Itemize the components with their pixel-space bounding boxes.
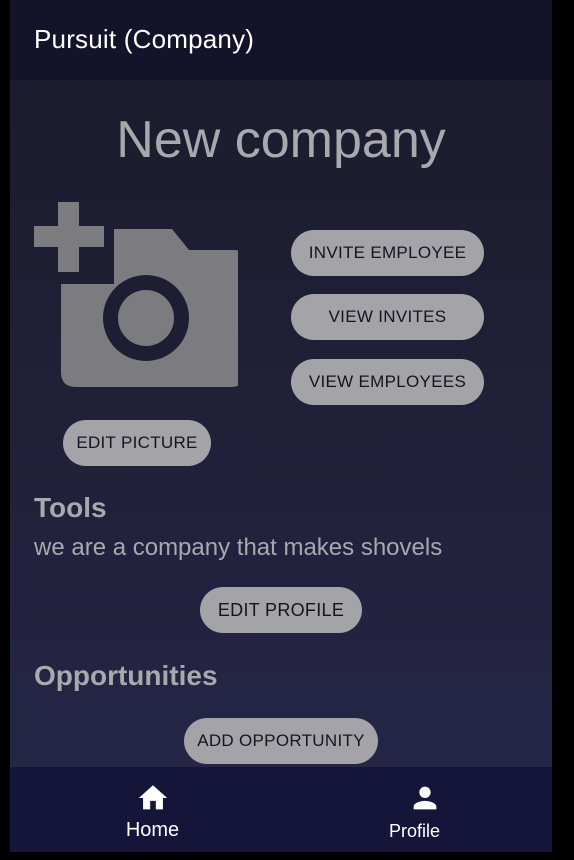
nav-item-label: Profile bbox=[388, 821, 441, 841]
view-invites-button[interactable]: VIEW INVITES bbox=[291, 294, 484, 340]
company-description: we are a company that makes shovels bbox=[34, 534, 443, 561]
app-title: Pursuit (Company) bbox=[34, 24, 255, 54]
view-employees-button[interactable]: VIEW EMPLOYEES bbox=[291, 359, 484, 405]
invite-employee-button[interactable]: INVITE EMPLOYEE bbox=[291, 230, 484, 276]
nav-item-label: Home bbox=[125, 819, 180, 841]
nav-item-profile[interactable]: Profile bbox=[281, 767, 552, 852]
nav-item-home[interactable]: Home bbox=[10, 767, 281, 852]
screen: Pursuit (Company) New company INVITE EMP… bbox=[10, 0, 552, 852]
add-photo-icon[interactable] bbox=[34, 202, 246, 388]
add-opportunity-button[interactable]: ADD OPPORTUNITY bbox=[184, 718, 378, 764]
edit-picture-button[interactable]: EDIT PICTURE bbox=[63, 420, 211, 466]
app-bar: Pursuit (Company) bbox=[10, 0, 552, 80]
home-icon bbox=[138, 785, 168, 810]
opportunities-heading: Opportunities bbox=[34, 660, 218, 691]
edit-profile-button[interactable]: EDIT PROFILE bbox=[200, 587, 362, 633]
company-name: New company bbox=[116, 111, 446, 169]
company-category-heading: Tools bbox=[34, 492, 107, 523]
person-icon bbox=[413, 786, 437, 810]
bottom-nav: Home Profile bbox=[10, 767, 552, 852]
